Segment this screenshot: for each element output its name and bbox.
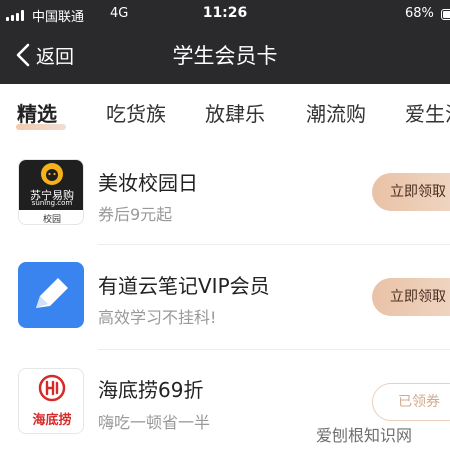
- haidilao-logo: 海底捞: [18, 368, 84, 434]
- list-item[interactable]: 苏宁易购 suning.com 校园 美妆校园日 券后9元起 立即领取: [0, 145, 450, 245]
- status-bar: 中国联通 4G 11:26 68%: [0, 0, 450, 28]
- page-title: 学生会员卡: [172, 44, 278, 68]
- divider: [98, 349, 450, 350]
- suning-domain-text: suning.com: [31, 199, 73, 207]
- active-tab-indicator: [16, 124, 66, 130]
- claim-button[interactable]: 立即领取: [372, 278, 450, 316]
- tab-fun[interactable]: 放肆乐: [205, 98, 265, 127]
- battery-percent: 68%: [405, 6, 434, 21]
- app-header: 中国联通 4G 11:26 68% 返回 学生会员卡: [0, 0, 450, 84]
- category-tabs: 精选 吃货族 放肆乐 潮流购 爱生活: [0, 84, 450, 140]
- claim-button[interactable]: 立即领取: [372, 173, 450, 211]
- watermark-text: 爱刨根知识网: [316, 426, 413, 445]
- item-subtitle: 嗨吃一顿省一半: [98, 413, 211, 432]
- item-title: 美妆校园日: [98, 171, 198, 195]
- battery-icon: [441, 9, 450, 20]
- list-item[interactable]: 有道云笔记VIP会员 高效学习不挂科! 立即领取: [0, 248, 450, 348]
- youdao-note-pen-icon: [36, 278, 68, 308]
- suning-logo: 苏宁易购 suning.com 校园: [18, 159, 84, 225]
- claimed-button[interactable]: 已领券: [372, 383, 450, 421]
- tab-foodie[interactable]: 吃货族: [106, 98, 166, 127]
- item-title: 海底捞69折: [98, 378, 204, 402]
- item-subtitle: 高效学习不挂科!: [98, 308, 217, 327]
- haidilao-emblem-icon: [38, 374, 66, 402]
- youdao-logo: [18, 262, 84, 328]
- campus-tag: 校园: [42, 215, 61, 225]
- haidilao-brand-text: 海底捞: [32, 413, 72, 428]
- tab-lifestyle[interactable]: 爱生活: [405, 98, 450, 127]
- item-title: 有道云笔记VIP会员: [98, 274, 270, 298]
- tab-featured[interactable]: 精选: [17, 98, 57, 127]
- item-subtitle: 券后9元起: [98, 205, 173, 224]
- status-time: 11:26: [202, 5, 248, 21]
- suning-lion-icon: [41, 163, 63, 185]
- divider: [98, 244, 450, 245]
- tab-trendy[interactable]: 潮流购: [306, 98, 366, 127]
